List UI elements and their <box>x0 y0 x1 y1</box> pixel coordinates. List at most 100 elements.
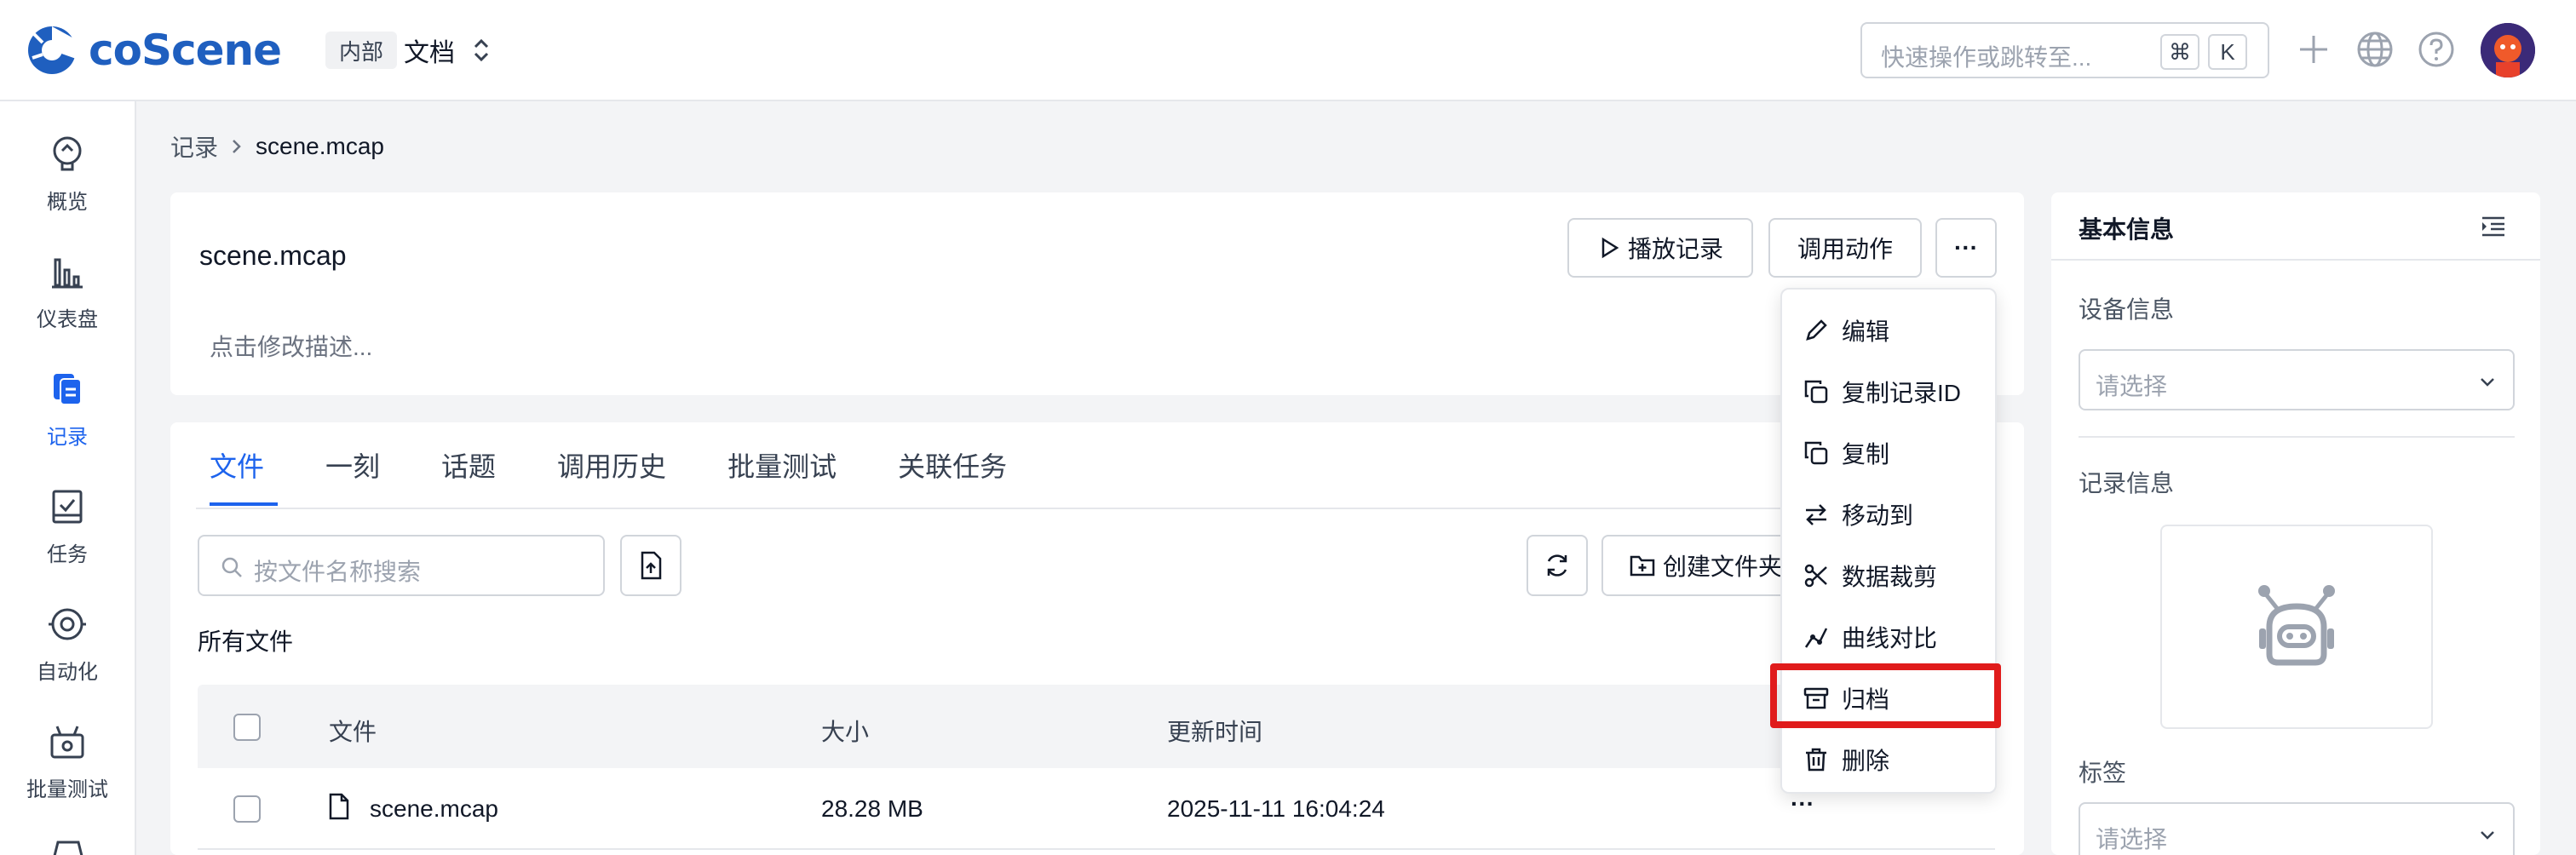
globe-icon[interactable] <box>2355 29 2395 70</box>
breadcrumb-current: scene.mcap <box>256 133 384 159</box>
play-icon <box>1601 237 1619 259</box>
breadcrumb: 记录 scene.mcap <box>170 129 384 164</box>
tasks-icon <box>52 490 83 524</box>
dashboard-icon <box>52 258 83 289</box>
row-more-button[interactable]: ··· <box>1791 790 1814 818</box>
scissors-icon <box>1804 564 1827 588</box>
robot-icon <box>2258 585 2335 666</box>
project-switcher[interactable]: 文档 <box>404 31 491 70</box>
tab-batch-test[interactable]: 批量测试 <box>714 422 850 508</box>
user-avatar[interactable] <box>2481 23 2535 77</box>
tabs-divider <box>196 508 1971 509</box>
device-info-label: 设备信息 <box>2079 296 2175 323</box>
collapse-panel-icon[interactable] <box>2481 215 2506 238</box>
all-files-label: 所有文件 <box>198 628 294 655</box>
curve-compare-icon <box>1804 628 1828 648</box>
table-header: 文件 大小 更新时间 <box>198 685 1995 768</box>
record-thumbnail <box>2160 525 2433 729</box>
menu-item-move-to[interactable]: 移动到 <box>1782 484 1995 545</box>
tab-files[interactable]: 文件 <box>196 422 279 508</box>
chevron-down-icon <box>2481 831 2494 840</box>
record-description[interactable]: 点击修改描述... <box>210 329 372 363</box>
record-title: scene.mcap <box>199 240 347 271</box>
create-folder-label: 创建文件夹 <box>1663 554 1783 580</box>
menu-item-delete[interactable]: 删除 <box>1782 729 1995 790</box>
tags-label: 标签 <box>2079 760 2127 786</box>
tab-related-tasks[interactable]: 关联任务 <box>884 422 1021 508</box>
sidebar-item-label: 任务 <box>47 543 88 566</box>
brand-logo[interactable]: coScene <box>26 20 282 80</box>
invoke-action-label: 调用动作 <box>1797 236 1893 262</box>
record-tabs: 文件 一刻 话题 调用历史 批量测试 关联任务 <box>196 422 1055 509</box>
upload-file-button[interactable] <box>620 535 681 596</box>
select-all-checkbox[interactable] <box>233 714 261 741</box>
file-search-input[interactable]: 按文件名称搜索 <box>198 535 605 596</box>
sidebar-item-label: 仪表盘 <box>37 308 98 331</box>
plus-icon[interactable] <box>2293 29 2334 70</box>
tab-invoke-history[interactable]: 调用历史 <box>543 422 680 508</box>
menu-item-curve-compare[interactable]: 曲线对比 <box>1782 606 1995 668</box>
trash-icon <box>1806 748 1826 772</box>
tab-topics[interactable]: 话题 <box>428 422 509 508</box>
tags-select[interactable]: 请选择 <box>2079 802 2515 855</box>
chevron-right-icon <box>233 140 241 153</box>
chevron-down-icon <box>2481 378 2494 387</box>
menu-item-edit[interactable]: 编辑 <box>1782 300 1995 361</box>
command-search[interactable]: 快速操作或跳转至... ⌘ K <box>1860 22 2269 78</box>
breadcrumb-records-link[interactable]: 记录 <box>170 129 218 164</box>
column-header-size[interactable]: 大小 <box>821 714 869 748</box>
more-actions-button[interactable]: ··· <box>1935 218 1997 278</box>
sidebar-item-overview[interactable]: 概览 <box>0 123 135 226</box>
play-record-label: 播放记录 <box>1627 236 1723 262</box>
sidebar-item-records[interactable]: 记录 <box>0 359 135 461</box>
play-record-button[interactable]: 播放记录 <box>1567 218 1753 278</box>
sidebar-item-automation[interactable]: 自动化 <box>0 594 135 696</box>
brand-name: coScene <box>89 26 282 75</box>
device-select[interactable]: 请选择 <box>2079 349 2515 410</box>
copy-icon <box>1804 380 1828 404</box>
chevron-updown-icon <box>474 38 489 62</box>
sidebar-item-tasks[interactable]: 任务 <box>0 476 135 578</box>
tags-select-placeholder: 请选择 <box>2096 826 2168 852</box>
file-name[interactable]: scene.mcap <box>370 795 498 823</box>
invoke-action-button[interactable]: 调用动作 <box>1768 218 1922 278</box>
more-actions-label: ··· <box>1954 234 1978 261</box>
table-row[interactable]: scene.mcap 28.28 MB 2025-11-11 16:04:24 … <box>198 768 1995 850</box>
menu-item-copy-record-id[interactable]: 复制记录ID <box>1782 361 1995 422</box>
menu-item-label: 复制记录ID <box>1842 380 1962 406</box>
more-sidebar-icon[interactable] <box>49 839 87 855</box>
menu-item-label: 数据裁剪 <box>1842 564 1938 590</box>
files-card: 文件 一刻 话题 调用历史 批量测试 关联任务 按文件名称搜索 创建文件夹 所有… <box>170 422 2024 855</box>
cmd-key: ⌘ <box>2160 34 2199 70</box>
file-search-placeholder: 按文件名称搜索 <box>254 559 422 585</box>
records-icon <box>54 374 82 405</box>
project-badge: 内部 <box>325 32 398 69</box>
file-upload-icon <box>641 551 662 580</box>
file-updated-time: 2025-11-11 16:04:24 <box>1167 795 1385 822</box>
copy-icon <box>1804 441 1828 465</box>
record-info-label: 记录信息 <box>2079 470 2175 496</box>
section-divider <box>2079 436 2515 438</box>
create-folder-button[interactable]: 创建文件夹 <box>1601 535 1797 596</box>
sidebar-item-dashboard[interactable]: 仪表盘 <box>0 241 135 343</box>
sidebar-item-label: 记录 <box>47 426 88 449</box>
menu-item-data-crop[interactable]: 数据裁剪 <box>1782 545 1995 606</box>
search-icon <box>221 557 242 577</box>
file-icon <box>329 793 349 820</box>
tab-moments[interactable]: 一刻 <box>312 422 394 508</box>
row-checkbox[interactable] <box>233 795 261 823</box>
batch-test-icon <box>50 726 84 759</box>
project-name: 文档 <box>404 39 455 67</box>
sidebar-item-label: 批量测试 <box>26 778 108 801</box>
sidebar-item-label: 概览 <box>47 191 88 214</box>
menu-item-copy[interactable]: 复制 <box>1782 422 1995 484</box>
command-search-placeholder: 快速操作或跳转至... <box>1881 44 2092 71</box>
refresh-button[interactable] <box>1527 535 1588 596</box>
menu-item-label: 曲线对比 <box>1842 625 1938 651</box>
column-header-updated[interactable]: 更新时间 <box>1167 714 1262 748</box>
k-key: K <box>2208 34 2247 70</box>
sidebar-item-batch-test[interactable]: 批量测试 <box>0 711 135 813</box>
edit-icon <box>1806 319 1827 341</box>
help-icon[interactable] <box>2416 29 2457 70</box>
column-header-file[interactable]: 文件 <box>329 714 377 748</box>
